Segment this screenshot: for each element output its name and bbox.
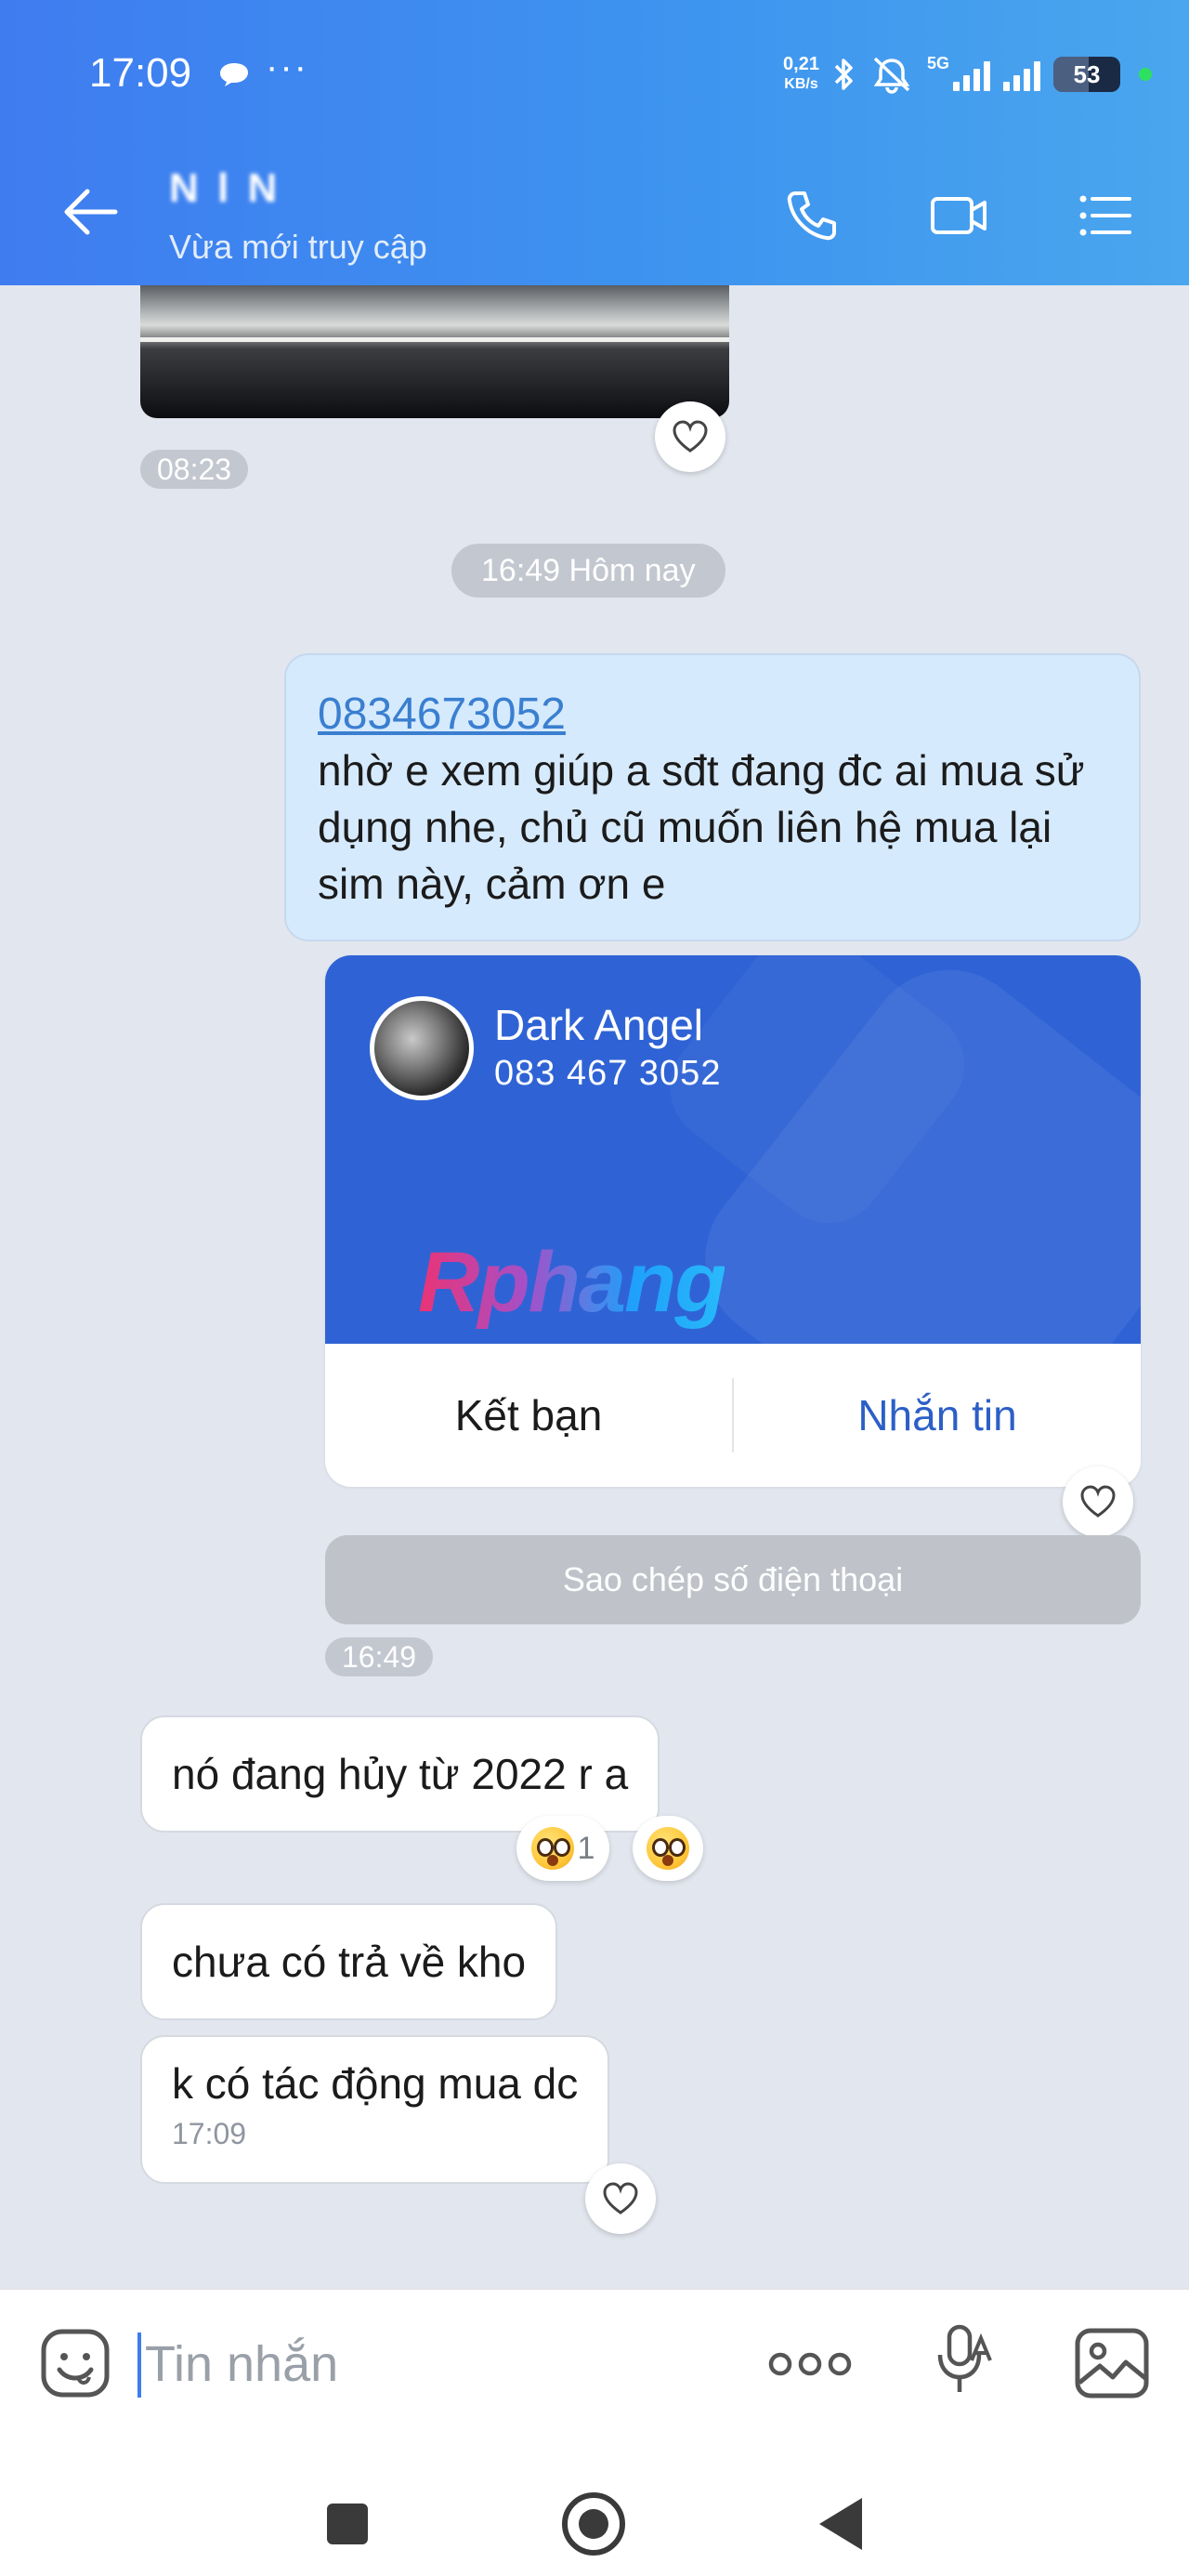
card-contact-name: Dark Angel: [494, 1001, 704, 1049]
message-input[interactable]: [145, 2327, 702, 2401]
received-message-bubble[interactable]: nó đang hủy từ 2022 r a: [140, 1715, 660, 1833]
card-contact-phone: 083 467 3052: [494, 1054, 722, 1093]
send-message-button[interactable]: Nhắn tin: [734, 1344, 1141, 1487]
message-time: 17:09: [172, 2117, 247, 2150]
message-time: 08:23: [140, 450, 249, 489]
heart-icon: [603, 2182, 638, 2215]
message-text: nó đang hủy từ 2022 r a: [172, 1750, 629, 1798]
arrow-left-icon[interactable]: [61, 186, 119, 238]
photo-message[interactable]: [140, 285, 729, 418]
contact-status: Vừa mới truy cập: [169, 228, 427, 266]
reaction-count-badge[interactable]: 1: [516, 1816, 609, 1881]
heart-react-button[interactable]: [585, 2163, 656, 2234]
date-separator: 16:49 Hôm nay: [451, 544, 725, 598]
status-more-icon: ···: [266, 46, 308, 87]
add-friend-button[interactable]: Kết bạn: [325, 1344, 732, 1487]
heart-react-button[interactable]: [1063, 1466, 1133, 1537]
message-text: k có tác động mua dc: [172, 2059, 579, 2108]
chat-bubble-icon: [220, 63, 248, 86]
message-composer: [0, 2288, 1189, 2437]
reaction-count: 1: [577, 1830, 595, 1866]
contact-name[interactable]: N l N: [169, 165, 281, 212]
network-speed: 0,21 KB/s: [783, 54, 819, 92]
surprised-emoji-icon: [530, 1827, 574, 1870]
system-nav-bar: [0, 2437, 1189, 2576]
reaction-button[interactable]: [633, 1816, 703, 1881]
watermark: Rphang: [418, 1235, 726, 1330]
contact-card-header: Dark Angel 083 467 3052 Rphang: [325, 955, 1141, 1344]
bluetooth-icon: [834, 59, 853, 90]
voice-mic-icon[interactable]: [934, 2323, 992, 2398]
image-icon[interactable]: [1074, 2327, 1150, 2399]
battery-icon: 53: [1053, 57, 1120, 92]
contact-card[interactable]: Dark Angel 083 467 3052 Rphang Kết bạn N…: [325, 955, 1141, 1487]
copy-phone-button[interactable]: Sao chép số điện thoại: [325, 1535, 1141, 1624]
message-time: 16:49: [325, 1637, 434, 1676]
system-back-button[interactable]: [819, 2498, 862, 2550]
message-text: nhờ e xem giúp a sđt đang đc ai mua sử d…: [318, 746, 1085, 908]
signal-strength-icon: [1003, 58, 1040, 91]
home-button[interactable]: [562, 2492, 625, 2556]
sticker-icon[interactable]: [39, 2327, 111, 2399]
status-indicators: 0,21 KB/s 5G 53: [783, 48, 1152, 100]
avatar[interactable]: [370, 996, 474, 1100]
mute-bell-icon: [873, 57, 910, 94]
network-type: 5G: [926, 53, 949, 72]
more-dots-icon[interactable]: [767, 2346, 853, 2383]
privacy-indicator: [1139, 68, 1152, 81]
status-time: 17:09: [89, 50, 192, 96]
signal-strength-icon: [953, 58, 990, 91]
list-menu-icon[interactable]: [1076, 186, 1135, 245]
text-cursor: [137, 2333, 141, 2398]
phone-link[interactable]: 0834673052: [318, 687, 1107, 743]
app-header: 17:09 ··· 0,21 KB/s 5G 53 N l N Vừa mới …: [0, 0, 1189, 285]
contact-card-actions: Kết bạn Nhắn tin: [325, 1344, 1141, 1487]
message-text: chưa có trả về kho: [172, 1938, 527, 1986]
heart-react-button[interactable]: [655, 401, 725, 472]
recent-apps-button[interactable]: [327, 2504, 368, 2544]
surprised-emoji-icon: [647, 1827, 689, 1870]
heart-icon: [1080, 1485, 1116, 1518]
received-message-bubble[interactable]: k có tác động mua dc 17:09: [140, 2035, 610, 2184]
heart-icon: [673, 420, 708, 453]
received-message-bubble[interactable]: chưa có trả về kho: [140, 1903, 558, 2020]
phone-icon[interactable]: [782, 186, 842, 245]
sent-message-bubble[interactable]: 0834673052 nhờ e xem giúp a sđt đang đc …: [284, 653, 1141, 941]
video-camera-icon[interactable]: [929, 186, 988, 245]
